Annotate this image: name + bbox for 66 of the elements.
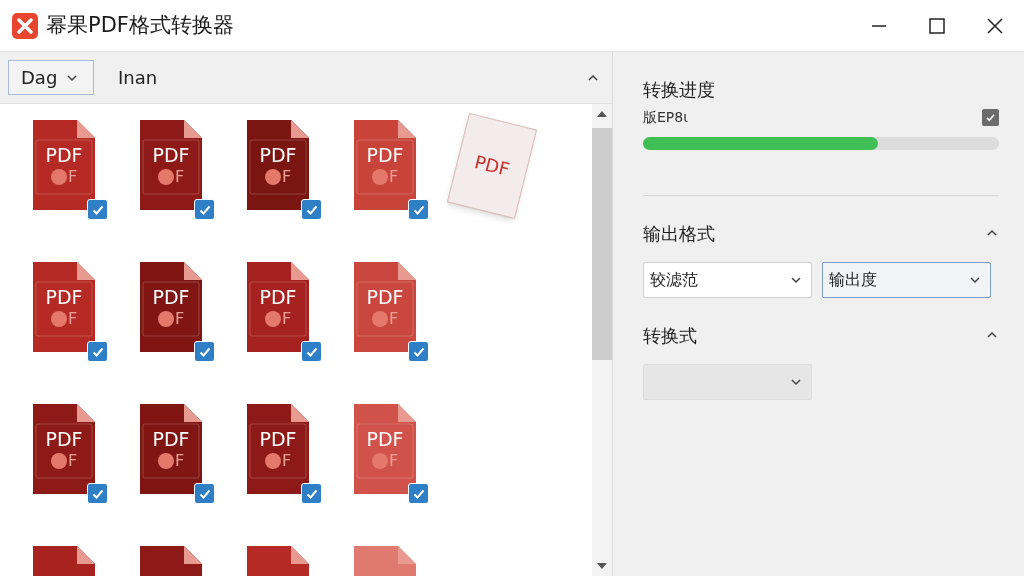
checkbox[interactable] — [194, 483, 215, 504]
checkbox[interactable] — [301, 199, 322, 220]
checkbox[interactable] — [194, 199, 215, 220]
file-letter: F — [282, 453, 292, 469]
checkbox[interactable] — [408, 199, 429, 220]
pdf-file-icon[interactable] — [352, 118, 418, 212]
file-letter: F — [389, 169, 399, 185]
pdf-file-icon[interactable] — [138, 260, 204, 354]
file-type-label: PDF — [44, 430, 84, 449]
file-letter: F — [68, 311, 78, 327]
pdf-file-icon[interactable] — [138, 402, 204, 496]
file-type-label: PDF — [151, 430, 191, 449]
file-letter: F — [68, 453, 78, 469]
pdf-file-icon[interactable] — [245, 118, 311, 212]
pdf-file-icon[interactable] — [31, 260, 97, 354]
file-letter: F — [175, 453, 185, 469]
section-title: 输出格式 — [643, 221, 715, 246]
close-icon — [987, 17, 1003, 34]
dropdown-select[interactable]: 较滤范 — [643, 262, 812, 298]
file-type-label: PDF — [151, 288, 191, 307]
file-letter: F — [175, 169, 185, 185]
file-type-label: PDF — [44, 146, 84, 165]
file-letter: F — [389, 453, 399, 469]
pdf-file-icon[interactable] — [245, 260, 311, 354]
file-type-label: PDF — [365, 430, 405, 449]
file-type-label: PDF — [151, 146, 191, 165]
checkbox[interactable] — [982, 109, 999, 126]
maximize-icon — [929, 17, 945, 34]
section-title: 转换进度 — [643, 78, 716, 102]
checkbox[interactable] — [408, 341, 429, 362]
progress-status: 版EP8ι — [643, 108, 688, 127]
checkbox[interactable] — [194, 341, 215, 362]
pdf-file-icon[interactable] — [31, 118, 97, 212]
file-type-label: PDF — [258, 430, 298, 449]
document-label: PDF — [471, 150, 513, 182]
file-letter: F — [68, 169, 78, 185]
app-logo-icon — [12, 12, 38, 39]
pdf-file-icon[interactable] — [31, 402, 97, 496]
dropdown-select[interactable]: 输出度 — [822, 262, 991, 298]
toolbar-label: Inan — [118, 66, 158, 90]
checkmark-icon — [985, 112, 996, 123]
scrollbar-thumb[interactable] — [592, 128, 612, 360]
checkbox[interactable] — [87, 341, 108, 362]
pdf-file-icon[interactable] — [138, 118, 204, 212]
checkbox[interactable] — [87, 483, 108, 504]
checkbox[interactable] — [408, 483, 429, 504]
view-dropdown[interactable]: Dag — [8, 60, 94, 95]
checkbox[interactable] — [87, 199, 108, 220]
checkbox[interactable] — [301, 341, 322, 362]
file-letter: F — [282, 169, 292, 185]
checkbox[interactable] — [301, 483, 322, 504]
file-type-label: PDF — [365, 146, 405, 165]
minimize-icon — [871, 24, 887, 27]
pdf-file-icon[interactable] — [352, 260, 418, 354]
file-type-label: PDF — [258, 288, 298, 307]
file-type-label: PDF — [365, 288, 405, 307]
file-letter: F — [282, 311, 292, 327]
file-letter: F — [389, 311, 399, 327]
file-type-label: PDF — [258, 146, 298, 165]
section-title: 转换式 — [643, 323, 697, 348]
window-title: 幂果PDF格式转换器 — [46, 11, 234, 39]
file-letter: F — [175, 311, 185, 327]
scrollbar[interactable] — [592, 104, 612, 576]
file-type-label: PDF — [44, 288, 84, 307]
pdf-document-icon[interactable]: PDF — [446, 112, 538, 220]
pdf-file-icon[interactable] — [245, 402, 311, 496]
